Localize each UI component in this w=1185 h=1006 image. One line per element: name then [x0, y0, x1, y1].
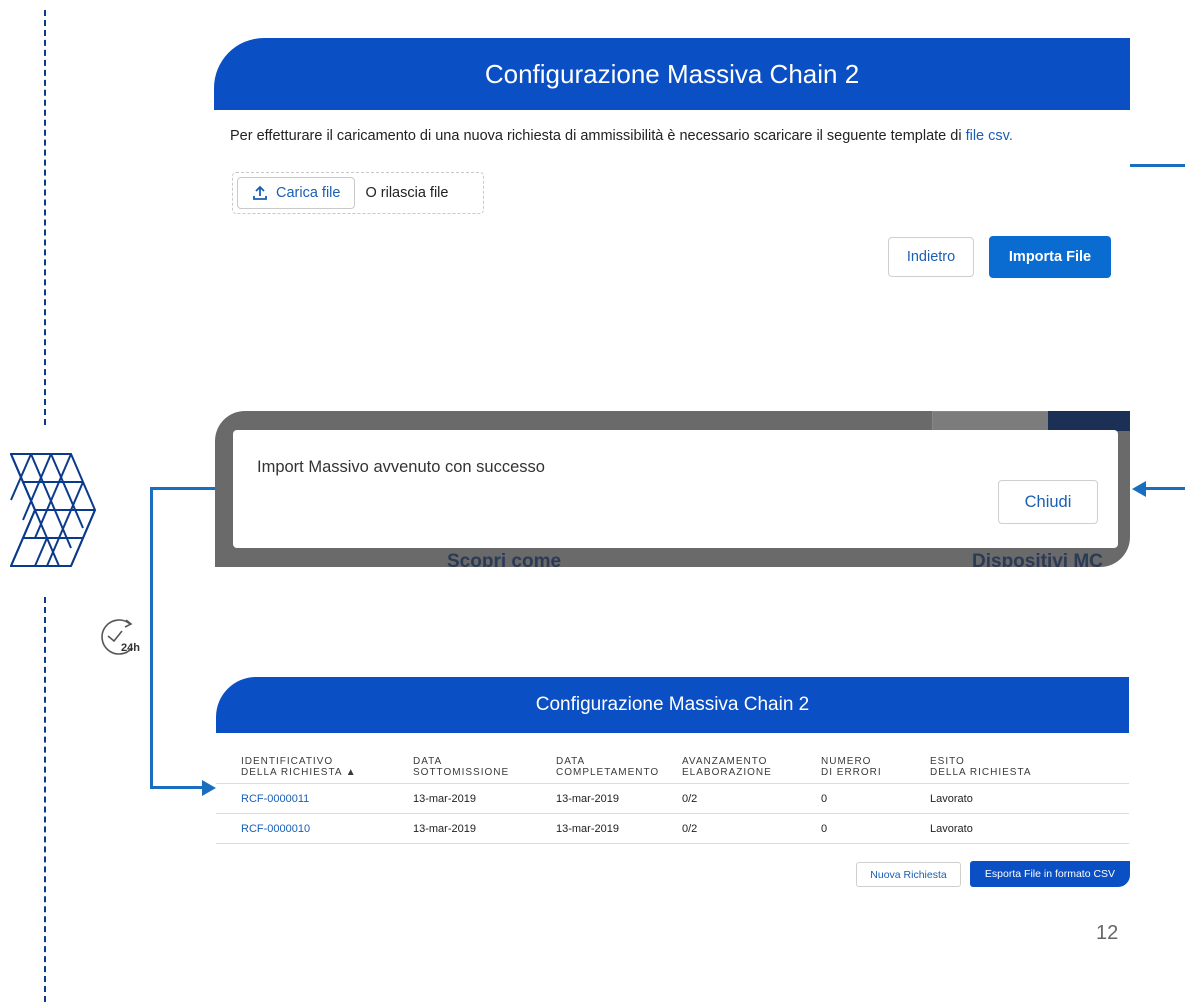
- column-header-submission-date[interactable]: DATA SOTTOMISSIONE: [413, 752, 556, 784]
- submission-date-cell: 13-mar-2019: [413, 783, 556, 814]
- background-heading-right: Dispositivi MC: [972, 551, 1103, 567]
- import-file-button[interactable]: Importa File: [989, 236, 1111, 278]
- errors-cell: 0: [821, 783, 930, 814]
- outcome-cell: Lavorato: [930, 783, 1129, 814]
- instructions-text: Per effetturare il caricamento di una nu…: [230, 128, 1013, 144]
- requests-panel-header: Configurazione Massiva Chain 2: [216, 677, 1129, 733]
- clock-24h-icon: 24h: [96, 614, 148, 660]
- back-button[interactable]: Indietro: [888, 237, 974, 277]
- outcome-cell: Lavorato: [930, 813, 1129, 844]
- export-csv-button[interactable]: Esporta File in formato CSV: [970, 861, 1130, 887]
- completion-date-cell: 13-mar-2019: [556, 783, 682, 814]
- request-id-link[interactable]: RCF-0000010: [216, 813, 413, 844]
- column-header-progress[interactable]: AVANZAMENTO ELABORAZIONE: [682, 752, 821, 784]
- completion-date-cell: 13-mar-2019: [556, 813, 682, 844]
- request-id-link[interactable]: RCF-0000011: [216, 783, 413, 814]
- background-back-button: [932, 411, 1050, 431]
- column-header-completion-date[interactable]: DATA COMPLETAMENTO: [556, 752, 682, 784]
- drop-file-label: O rilascia file: [365, 185, 449, 201]
- column-header-id[interactable]: IDENTIFICATIVO DELLA RICHIESTA ▲: [216, 752, 413, 784]
- column-header-outcome[interactable]: ESITO DELLA RICHIESTA: [930, 752, 1129, 784]
- connector-arrow-left: [1146, 487, 1185, 490]
- dashed-divider-top: [44, 10, 46, 425]
- arrow-right-icon: [202, 780, 216, 796]
- progress-cell: 0/2: [682, 783, 821, 814]
- connector-bottom: [150, 786, 204, 789]
- page-title: Configurazione Massiva Chain 2: [484, 58, 860, 89]
- success-modal: Import Massivo avvenuto con successo Chi…: [233, 430, 1118, 548]
- file-dropzone[interactable]: Carica file O rilascia file: [232, 172, 484, 214]
- arrow-left-icon: [1132, 481, 1146, 497]
- requests-table: IDENTIFICATIVO DELLA RICHIESTA ▲ DATA SOTT…: [216, 752, 1129, 844]
- template-csv-link[interactable]: file csv.: [966, 128, 1013, 144]
- connector-top: [150, 487, 216, 490]
- column-header-errors[interactable]: NUMERO DI ERRORI: [821, 752, 930, 784]
- svg-text:24h: 24h: [121, 642, 140, 654]
- table-header-row: IDENTIFICATIVO DELLA RICHIESTA ▲ DATA SOTT…: [216, 752, 1129, 784]
- progress-cell: 0/2: [682, 813, 821, 844]
- upload-file-button[interactable]: Carica file: [237, 177, 356, 209]
- upload-panel-header: Configurazione Massiva Chain 2: [214, 38, 1130, 110]
- table-row: RCF-0000010 13-mar-2019 13-mar-2019 0/2 …: [216, 813, 1129, 844]
- new-request-button[interactable]: Nuova Richiesta: [856, 862, 961, 887]
- upload-icon: [253, 185, 267, 200]
- background-heading-left: Scopri come: [447, 551, 562, 567]
- success-message: Import Massivo avvenuto con successo: [257, 458, 545, 476]
- triangle-pattern-logo-icon: [10, 453, 96, 567]
- page-number: 12: [1096, 922, 1119, 944]
- background-import-button: [1048, 411, 1130, 431]
- close-button[interactable]: Chiudi: [998, 480, 1098, 524]
- requests-panel-title: Configurazione Massiva Chain 2: [535, 694, 810, 715]
- connector-vertical: [150, 487, 153, 788]
- connector-right: [1130, 164, 1185, 167]
- errors-cell: 0: [821, 813, 930, 844]
- dashed-divider-bottom: [44, 597, 46, 1002]
- table-row: RCF-0000011 13-mar-2019 13-mar-2019 0/2 …: [216, 783, 1129, 814]
- submission-date-cell: 13-mar-2019: [413, 813, 556, 844]
